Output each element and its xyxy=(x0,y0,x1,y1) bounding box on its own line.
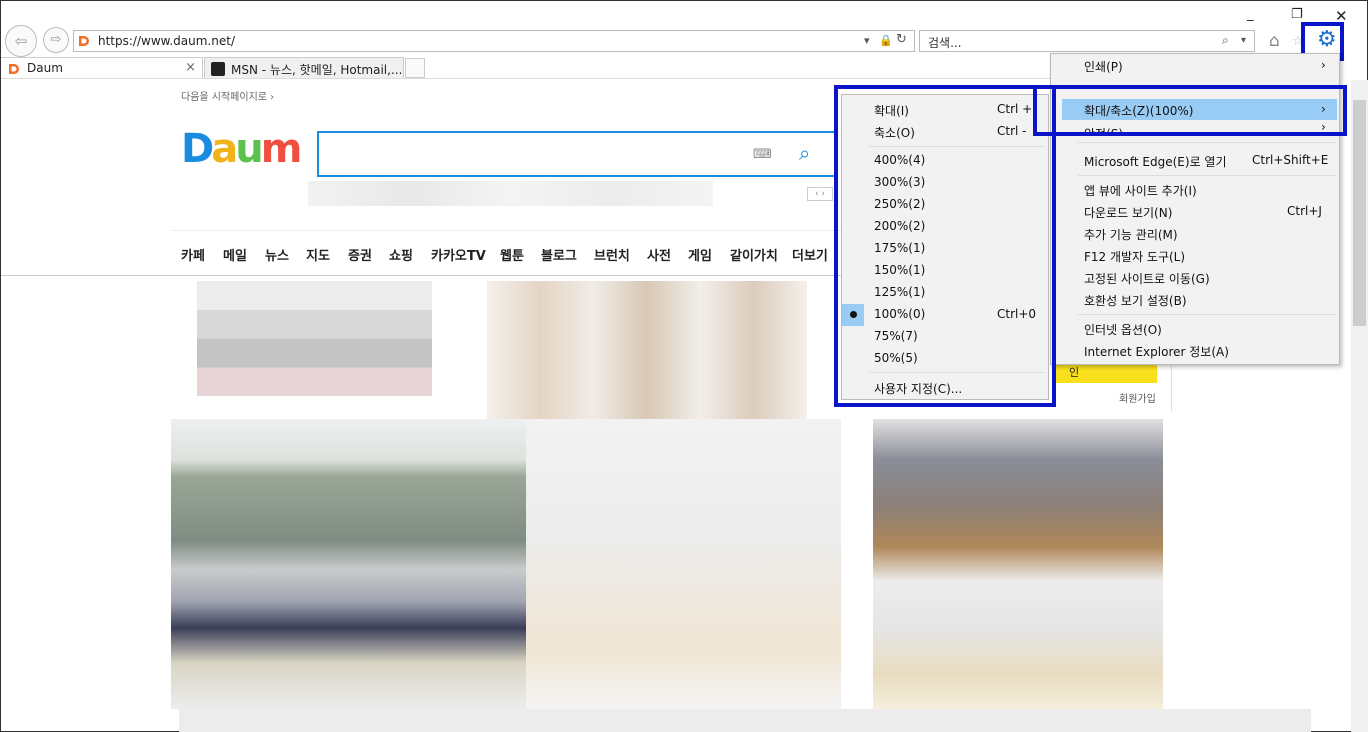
keyboard-icon[interactable]: ⌨ xyxy=(753,147,772,162)
msn-favicon-icon xyxy=(211,62,225,76)
login-button[interactable]: 인 xyxy=(1055,363,1157,383)
tools-menu-item[interactable]: Internet Explorer 정보(A) xyxy=(1084,343,1229,360)
search-icon[interactable]: ⌕ xyxy=(1222,33,1229,48)
daum-logo[interactable]: Daum xyxy=(181,129,302,169)
nav-item[interactable]: 사전 xyxy=(647,245,671,264)
gear-icon[interactable]: ⚙ xyxy=(1317,27,1337,53)
home-icon[interactable]: ⌂ xyxy=(1269,31,1280,51)
search-input[interactable]: 검색... xyxy=(928,34,962,51)
nav-bottom-divider xyxy=(1,275,841,276)
menu-separator xyxy=(1078,314,1336,315)
trending-arrows[interactable]: ‹ › xyxy=(807,187,833,201)
blurred-image xyxy=(197,281,432,396)
nav-item[interactable]: 증권 xyxy=(348,245,372,264)
nav-top-divider xyxy=(171,230,841,231)
nav-item[interactable]: 메일 xyxy=(223,245,247,264)
menu-separator xyxy=(1078,142,1336,143)
tools-menu-item[interactable]: 앱 뷰에 사이트 추가(I) xyxy=(1084,182,1197,199)
nav-item[interactable]: 같이가치 xyxy=(730,245,778,264)
nav-item[interactable]: 더보기 xyxy=(792,245,828,264)
nav-item[interactable]: 게임 xyxy=(688,245,712,264)
back-arrow-icon: ⇦ xyxy=(14,32,28,50)
menu-shortcut: Ctrl+Shift+E xyxy=(1252,153,1329,167)
nav-item[interactable]: 카페 xyxy=(181,245,205,264)
restore-button[interactable]: ❐ xyxy=(1291,7,1303,22)
nav-item[interactable]: 지도 xyxy=(306,245,330,264)
menu-separator xyxy=(1078,175,1336,176)
refresh-icon[interactable]: ↻ xyxy=(896,32,907,47)
nav-item[interactable]: 웹툰 xyxy=(500,245,524,264)
scroll-thumb[interactable] xyxy=(1353,100,1366,326)
tools-menu-item[interactable]: 인쇄(P) xyxy=(1084,58,1123,75)
back-button[interactable]: ⇦ xyxy=(5,25,37,57)
tab-msn[interactable]: MSN - 뉴스, 핫메일, Hotmail,... xyxy=(204,57,404,79)
tools-menu-item[interactable]: 호환성 보기 설정(B) xyxy=(1084,292,1187,309)
blurred-trending-area xyxy=(308,181,713,206)
tab-divider xyxy=(1,78,1051,79)
tools-menu-item[interactable]: 다운로드 보기(N) xyxy=(1084,204,1172,221)
tab-daum[interactable]: Daum × xyxy=(1,57,203,79)
tools-menu-item[interactable]: 고정된 사이트로 이동(G) xyxy=(1084,270,1210,287)
submenu-arrow-icon: › xyxy=(1321,58,1326,72)
lock-icon[interactable]: 🔒 xyxy=(879,34,893,47)
nav-item[interactable]: 브런치 xyxy=(594,245,630,264)
nav-item[interactable]: 블로그 xyxy=(541,245,577,264)
zoom-item-highlight-frame xyxy=(1033,85,1347,136)
daum-favicon-icon xyxy=(9,64,19,74)
address-url[interactable]: https://www.daum.net/ xyxy=(98,34,235,48)
tools-menu-item[interactable]: 추가 기능 관리(M) xyxy=(1084,226,1178,243)
daum-favicon-icon xyxy=(77,34,91,48)
tools-menu-item[interactable]: F12 개발자 도구(L) xyxy=(1084,248,1185,265)
vertical-scrollbar[interactable] xyxy=(1351,80,1368,732)
blurred-news-list xyxy=(526,419,841,709)
start-page-link[interactable]: 다음을 시작페이지로 › xyxy=(181,88,274,103)
nav-item[interactable]: 뉴스 xyxy=(265,245,289,264)
signup-link[interactable]: 회원가입 xyxy=(1119,390,1156,405)
forward-arrow-icon: ⇨ xyxy=(50,32,62,47)
search-box[interactable]: 검색... ⌕ ▾ xyxy=(919,30,1255,52)
menu-shortcut: Ctrl+J xyxy=(1287,204,1322,218)
new-tab-button[interactable] xyxy=(405,58,425,78)
nav-item[interactable]: 쇼핑 xyxy=(389,245,413,264)
blurred-image xyxy=(487,281,807,421)
login-box-edge xyxy=(1171,363,1172,411)
daum-search-icon[interactable]: ⌕ xyxy=(799,141,810,165)
address-dropdown-icon[interactable]: ▾ xyxy=(864,34,870,47)
search-dropdown-icon[interactable]: ▾ xyxy=(1241,35,1246,46)
address-bar[interactable]: https://www.daum.net/ ▾ 🔒 ↻ xyxy=(73,30,915,52)
forward-button[interactable]: ⇨ xyxy=(43,27,69,53)
tab-label: Daum xyxy=(27,61,63,75)
tab-close-button[interactable]: × xyxy=(185,60,196,75)
blurred-bottom-strip xyxy=(179,709,1311,732)
blurred-side-image xyxy=(873,419,1163,709)
minimize-button[interactable]: _ xyxy=(1247,7,1254,22)
zoom-submenu-highlight-frame xyxy=(834,85,1056,407)
tools-menu-item[interactable]: 인터넷 옵션(O) xyxy=(1084,321,1162,338)
tab-label: MSN - 뉴스, 핫메일, Hotmail,... xyxy=(231,63,403,77)
tools-menu-item[interactable]: Microsoft Edge(E)로 열기 xyxy=(1084,153,1227,170)
nav-item[interactable]: 카카오TV xyxy=(431,245,486,264)
